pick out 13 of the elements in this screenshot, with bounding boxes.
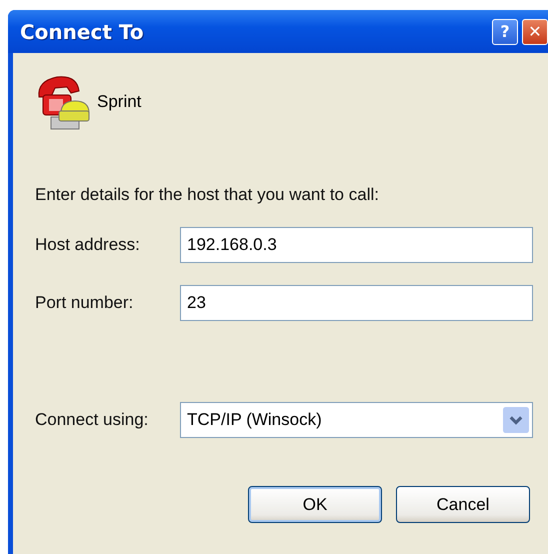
field-label: Port number: bbox=[35, 293, 134, 313]
window-title: Connect To bbox=[20, 20, 144, 44]
dialog-button[interactable]: Cancel bbox=[396, 486, 530, 523]
instruction-text: Enter details for the host that you want to call: bbox=[35, 185, 380, 205]
text-field[interactable]: 192.168.0.3 bbox=[180, 227, 533, 263]
connection-name: Sprint bbox=[97, 92, 142, 112]
dialog-button[interactable]: OK bbox=[248, 486, 382, 523]
close-button[interactable]: ✕ bbox=[522, 18, 548, 44]
dropdown-field[interactable]: TCP/IP (Winsock) bbox=[180, 402, 533, 438]
text-field[interactable]: 23 bbox=[180, 285, 533, 321]
field-label: Connect using: bbox=[35, 410, 150, 430]
field-label: Host address: bbox=[35, 235, 141, 255]
help-button[interactable]: ? bbox=[492, 18, 518, 44]
